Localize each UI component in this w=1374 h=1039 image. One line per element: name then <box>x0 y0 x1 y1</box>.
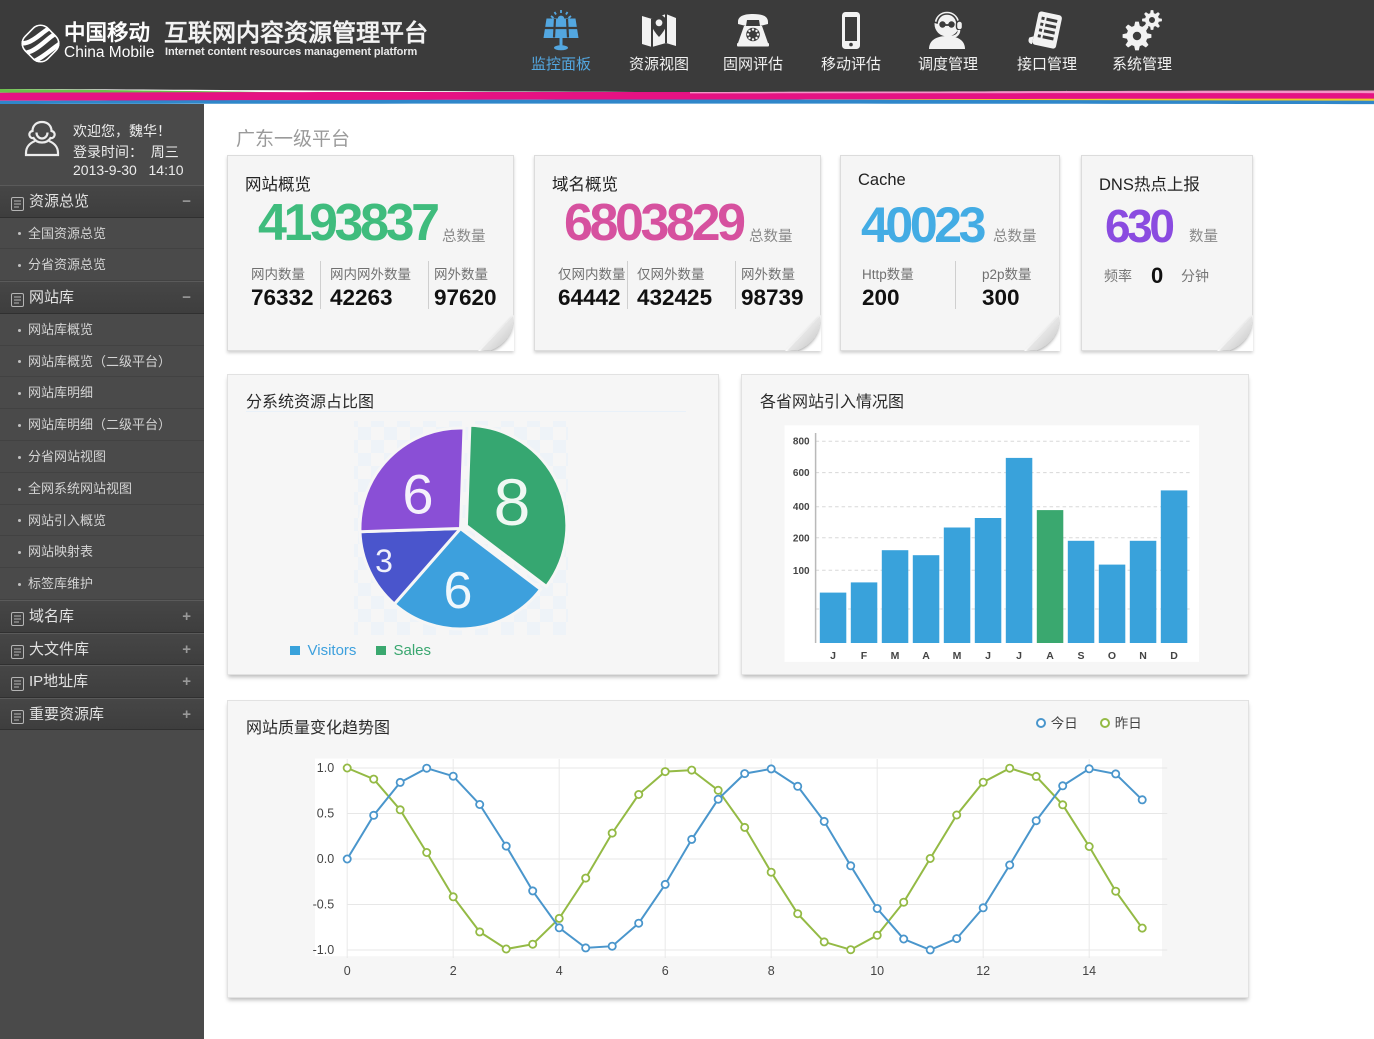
svg-text:6: 6 <box>444 562 473 620</box>
svg-text:M: M <box>891 650 900 662</box>
svg-text:6: 6 <box>662 964 669 978</box>
svg-text:200: 200 <box>793 533 810 544</box>
svg-text:-0.5: -0.5 <box>313 898 335 912</box>
svg-text:J: J <box>985 650 991 662</box>
svg-text:J: J <box>830 650 836 662</box>
svg-text:0: 0 <box>344 964 351 978</box>
svg-text:6: 6 <box>402 463 433 526</box>
svg-text:800: 800 <box>793 437 810 448</box>
svg-text:1.0: 1.0 <box>317 761 334 775</box>
svg-text:2: 2 <box>450 964 457 978</box>
svg-text:14: 14 <box>1082 964 1096 978</box>
svg-text:A: A <box>922 650 930 662</box>
svg-text:S: S <box>1077 650 1084 662</box>
svg-text:M: M <box>953 650 962 662</box>
svg-text:10: 10 <box>870 964 884 978</box>
svg-text:8: 8 <box>494 465 531 539</box>
svg-text:8: 8 <box>768 964 775 978</box>
svg-text:N: N <box>1139 650 1147 662</box>
svg-text:400: 400 <box>793 502 810 513</box>
svg-text:100: 100 <box>793 566 810 577</box>
svg-text:J: J <box>1016 650 1022 662</box>
svg-text:0.5: 0.5 <box>317 807 334 821</box>
svg-text:12: 12 <box>976 964 990 978</box>
svg-text:-1.0: -1.0 <box>313 943 335 957</box>
svg-text:0.0: 0.0 <box>317 852 334 866</box>
svg-text:4: 4 <box>556 964 563 978</box>
svg-text:D: D <box>1170 650 1178 662</box>
svg-text:F: F <box>861 650 868 662</box>
svg-text:A: A <box>1046 650 1054 662</box>
svg-text:O: O <box>1108 650 1116 662</box>
svg-text:600: 600 <box>793 468 810 479</box>
svg-text:3: 3 <box>375 543 393 579</box>
